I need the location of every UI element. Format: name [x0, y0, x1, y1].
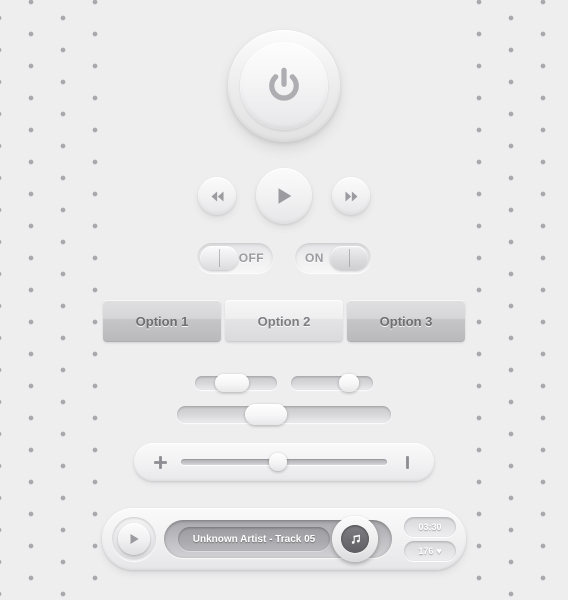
fast-forward-icon	[344, 191, 358, 201]
slider-small-1-handle[interactable]	[215, 374, 249, 392]
slider-small-2-handle[interactable]	[339, 374, 359, 392]
slider-wide-handle[interactable]	[245, 404, 287, 425]
player-progress-handle-face	[341, 525, 369, 553]
controls-stage: OFF ON Option 1 Option 2 Option 3 Unknow…	[0, 0, 568, 600]
play-button[interactable]	[256, 168, 312, 224]
plus-icon[interactable]	[152, 454, 169, 471]
time-badge-value: 03:30	[418, 522, 442, 532]
power-button-row	[0, 30, 568, 142]
rewind-icon	[210, 191, 224, 201]
power-button-face	[240, 42, 328, 130]
small-sliders-row	[0, 374, 568, 392]
option-buttons-row: Option 1 Option 2 Option 3	[0, 300, 568, 342]
media-controls-group	[198, 168, 370, 224]
player-track-title: Unknown Artist - Track 05	[192, 533, 316, 545]
toggle-on-knob	[330, 246, 368, 270]
heart-icon: ♥	[436, 545, 442, 556]
player-progress-handle[interactable]	[332, 516, 378, 562]
player-progress-track[interactable]: Unknown Artist - Track 05	[164, 516, 392, 562]
music-note-icon	[351, 534, 360, 544]
ui-kit-page: OFF ON Option 1 Option 2 Option 3 Unknow…	[0, 0, 568, 600]
option-button-3[interactable]: Option 3	[347, 300, 465, 342]
toggle-off-knob	[200, 246, 238, 270]
rewind-button[interactable]	[198, 177, 236, 215]
toggle-on[interactable]: ON	[295, 243, 371, 273]
slider-wide[interactable]	[177, 404, 391, 425]
player-bar-row: Unknown Artist - Track 05 03:30 176 ♥	[0, 508, 568, 570]
volume-slider-handle[interactable]	[268, 453, 287, 471]
volume-slider-track[interactable]	[181, 453, 387, 471]
player-track-label-pill: Unknown Artist - Track 05	[178, 527, 330, 551]
slider-small-1[interactable]	[195, 374, 277, 392]
media-controls-row	[0, 168, 568, 224]
toggle-switches-row: OFF ON	[0, 243, 568, 273]
toggle-off-label: OFF	[238, 251, 264, 265]
toggle-off[interactable]: OFF	[197, 243, 273, 273]
toggle-on-label: ON	[305, 251, 324, 265]
small-sliders-group	[195, 374, 373, 392]
option-button-1[interactable]: Option 1	[103, 300, 221, 342]
slider-small-2[interactable]	[291, 374, 373, 392]
play-icon	[130, 534, 139, 544]
volume-bar	[134, 443, 434, 481]
toggle-switches-group: OFF ON	[197, 243, 371, 273]
likes-badge[interactable]: 176 ♥	[404, 541, 456, 561]
forward-button[interactable]	[332, 177, 370, 215]
player-badges-group: 03:30 176 ♥	[404, 517, 456, 561]
player-bar: Unknown Artist - Track 05 03:30 176 ♥	[102, 508, 466, 570]
bar-icon[interactable]	[399, 454, 416, 471]
player-play-button[interactable]	[112, 517, 156, 561]
wide-slider-row	[0, 404, 568, 425]
player-play-button-face	[118, 523, 150, 555]
power-button[interactable]	[228, 30, 340, 142]
likes-badge-value: 176	[418, 546, 434, 556]
option-buttons-group: Option 1 Option 2 Option 3	[103, 300, 465, 342]
volume-bar-row	[0, 443, 568, 481]
option-button-2[interactable]: Option 2	[225, 300, 343, 342]
power-icon	[269, 67, 299, 101]
play-icon	[278, 188, 292, 204]
time-badge: 03:30	[404, 517, 456, 537]
